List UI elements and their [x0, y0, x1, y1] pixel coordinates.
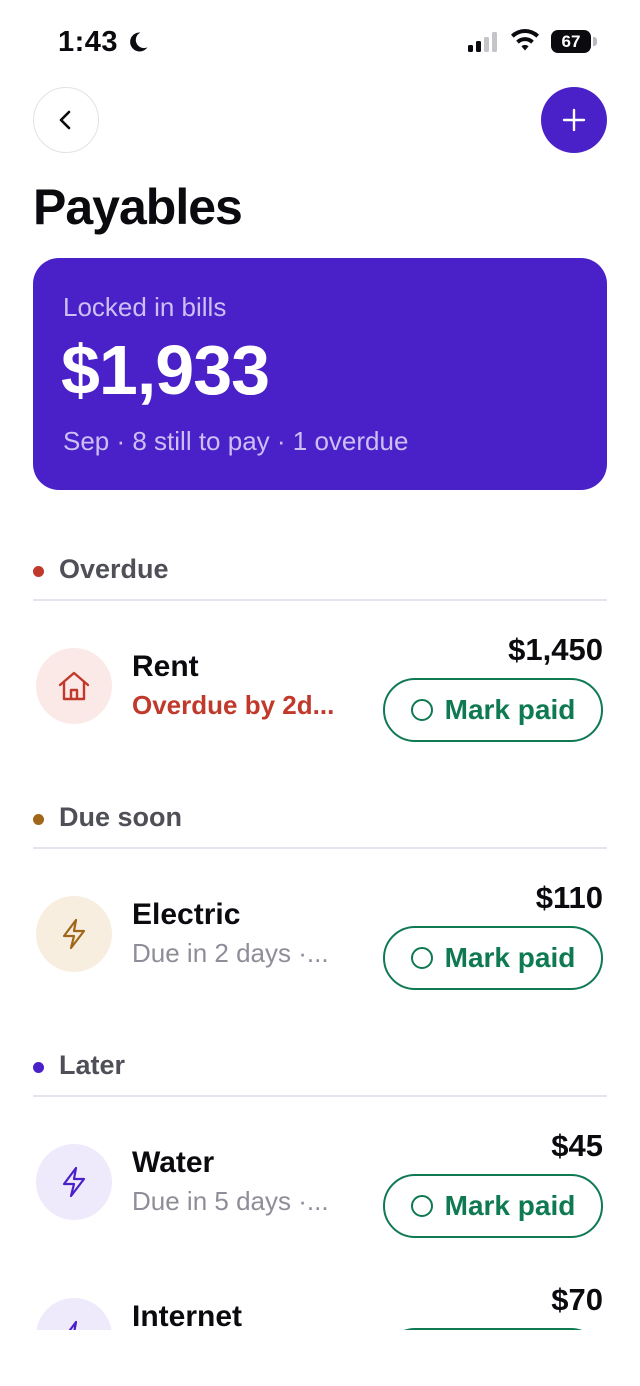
section-divider	[33, 847, 607, 849]
battery-tip	[593, 37, 597, 46]
section-dot	[33, 814, 44, 825]
bill-amount: $45	[551, 1128, 603, 1163]
bill-icon-circle	[36, 896, 112, 972]
circle-icon	[410, 1195, 433, 1217]
bill-amount: $1,450	[508, 632, 603, 667]
battery-indicator: 67	[551, 30, 591, 53]
mark-paid-label: Mark paid	[444, 1190, 576, 1221]
status-time: 1:43	[58, 26, 119, 58]
scroll-clip	[0, 1330, 640, 1386]
mark-paid-label: Mark paid	[444, 942, 576, 973]
payables-screen: 1:43 67 Payables Locked in bills $1,933 …	[0, 0, 640, 1386]
back-button[interactable]	[33, 87, 99, 153]
section-dot	[33, 1062, 44, 1073]
bill-icon-circle	[36, 648, 112, 724]
wifi-icon	[511, 29, 539, 51]
signal-icon	[468, 32, 497, 52]
section-title: Due soon	[59, 802, 183, 832]
bill-name: Water	[132, 1146, 215, 1179]
bill-name: Internet	[132, 1300, 243, 1333]
mark-paid-button[interactable]: Mark paid	[383, 1174, 603, 1238]
circle-icon	[410, 699, 433, 721]
summary-label: Locked in bills	[63, 292, 227, 322]
chevron-left-icon	[59, 110, 71, 130]
lightning-icon	[62, 1166, 86, 1198]
bill-amount: $70	[551, 1282, 603, 1317]
bill-name: Rent	[132, 650, 199, 683]
bill-status: Due in 2 days ·...	[132, 938, 329, 968]
mark-paid-button[interactable]: Mark paid	[383, 678, 603, 742]
section-header-later: Later	[33, 1046, 607, 1086]
moon-icon	[130, 32, 148, 52]
section-title: Later	[59, 1050, 126, 1080]
summary-card: Locked in bills $1,933 Sep · 8 still to …	[33, 258, 607, 490]
section-dot	[33, 566, 44, 577]
section-header-overdue: Overdue	[33, 550, 607, 590]
summary-amount: $1,933	[61, 331, 270, 409]
mark-paid-button[interactable]: Mark paid	[383, 926, 603, 990]
status-bar: 1:43 67	[0, 0, 640, 86]
bill-icon-circle	[36, 1144, 112, 1220]
bill-row-rent[interactable]: Rent Overdue by 2d... $1,450 Mark paid	[33, 614, 607, 754]
bill-status: Due in 5 days ·...	[132, 1186, 329, 1216]
bill-amount: $110	[535, 880, 603, 915]
bill-status: Overdue by 2d...	[132, 690, 335, 720]
plus-icon	[562, 108, 586, 132]
house-icon	[58, 671, 90, 701]
summary-meta: Sep · 8 still to pay · 1 overdue	[63, 426, 409, 456]
mark-paid-label: Mark paid	[444, 694, 576, 725]
bill-row-electric[interactable]: Electric Due in 2 days ·... $110 Mark pa…	[33, 862, 607, 1002]
add-bill-button[interactable]	[541, 87, 607, 153]
section-header-due-soon: Due soon	[33, 798, 607, 838]
section-divider	[33, 1095, 607, 1097]
lightning-icon	[62, 918, 86, 950]
section-title: Overdue	[59, 554, 169, 584]
page-title: Payables	[33, 179, 243, 235]
section-divider	[33, 599, 607, 601]
circle-icon	[410, 947, 433, 969]
bill-row-water[interactable]: Water Due in 5 days ·... $45 Mark paid	[33, 1110, 607, 1250]
bill-name: Electric	[132, 898, 241, 931]
